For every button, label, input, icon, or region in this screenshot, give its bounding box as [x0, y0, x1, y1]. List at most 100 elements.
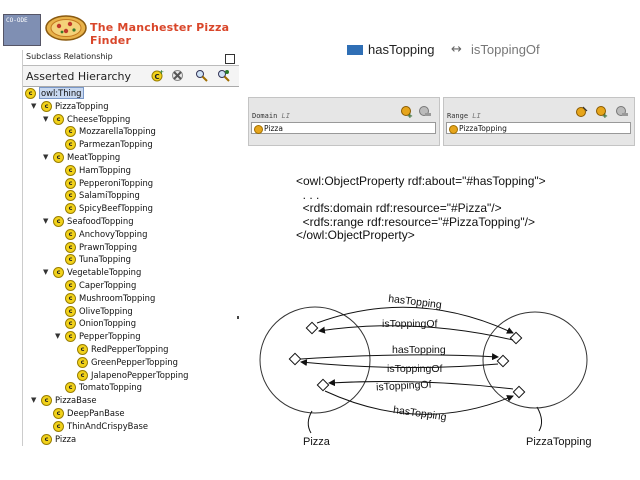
- code-line: <owl:ObjectProperty rdf:about="#hasToppi…: [296, 174, 546, 188]
- remove-class-icon[interactable]: [616, 106, 628, 118]
- tree-item-label: PizzaTopping: [55, 100, 109, 111]
- tree-item-peppertopping[interactable]: ▼ c PepperTopping: [55, 330, 141, 343]
- tree-item-spicybeeftopping[interactable]: c SpicyBeefTopping: [55, 202, 153, 215]
- tree-item-label: TomatoTopping: [79, 382, 142, 393]
- pizza-instance-node: [305, 321, 319, 335]
- domain-value-field[interactable]: Pizza: [251, 122, 436, 134]
- expand-toggle-icon[interactable]: ▼: [43, 266, 53, 278]
- class-icon: c: [65, 292, 76, 304]
- tree-item-pizza[interactable]: c Pizza: [31, 433, 76, 445]
- class-icon: c: [53, 408, 64, 419]
- tree-item-label: VegetableTopping: [67, 267, 142, 278]
- domain-header-suffix: LI: [281, 112, 290, 120]
- topping-instance-node: [496, 354, 510, 368]
- object-property-icon: [347, 45, 363, 55]
- class-icon: c: [65, 190, 76, 202]
- tree-item-label: ThinAndCrispyBase: [67, 420, 149, 431]
- tree-item-deeppanbase[interactable]: c DeepPanBase: [43, 407, 125, 419]
- splitter-handle[interactable]: [237, 316, 239, 319]
- class-icon: [254, 125, 263, 134]
- tree-item-olivetopping[interactable]: c OliveTopping: [55, 305, 133, 317]
- class-icon: c: [65, 228, 76, 240]
- tree-item-owl-thing[interactable]: c owl:Thing: [25, 87, 84, 99]
- tree-item-anchovytopping[interactable]: c AnchovyTopping: [55, 228, 147, 240]
- svg-text:+: +: [407, 112, 413, 118]
- tree-item-oniontopping[interactable]: c OnionTopping: [55, 317, 137, 330]
- edge-label: hasTopping: [392, 404, 447, 423]
- remove-class-icon[interactable]: [419, 106, 431, 118]
- code-line: </owl:ObjectProperty>: [296, 228, 415, 242]
- window-icon[interactable]: [225, 54, 235, 64]
- pizza-label-pointer: [307, 410, 313, 434]
- tree-item-label: OnionTopping: [79, 318, 137, 329]
- expand-toggle-icon[interactable]: ▼: [43, 113, 53, 125]
- class-icon: c: [65, 139, 76, 151]
- tree-item-label: owl:Thing: [39, 87, 84, 99]
- tree-item-prawntopping[interactable]: c PrawnTopping: [55, 241, 137, 253]
- add-subclass-icon[interactable]: C +: [151, 69, 164, 82]
- tree-item-label: RedPepperTopping: [91, 344, 169, 354]
- pizza-set-label: Pizza: [303, 436, 331, 448]
- tree-item-jalapenopeppertopping[interactable]: c JalapenoPepperTopping: [67, 369, 189, 381]
- class-icon: c: [77, 356, 88, 368]
- tree-item-tunatopping[interactable]: c TunaTopping: [55, 253, 131, 266]
- banner-title: The Manchester Pizza Finder: [90, 21, 230, 47]
- tree-item-meattopping[interactable]: ▼ c MeatTopping: [43, 151, 120, 163]
- expand-toggle-icon[interactable]: ▼: [43, 215, 53, 227]
- tree-item-cheesetopping[interactable]: ▼ c CheeseTopping: [43, 113, 130, 125]
- subclass-relationship-tab[interactable]: Subclass Relationship: [23, 52, 239, 66]
- hierarchy-title: Asserted Hierarchy: [26, 70, 132, 83]
- expand-toggle-icon[interactable]: ▼: [43, 151, 53, 163]
- tree-item-thinandcrispybase[interactable]: c ThinAndCrispyBase: [43, 420, 148, 432]
- class-icon: c: [65, 318, 76, 330]
- edit-class-icon[interactable]: [576, 106, 588, 118]
- svg-text:+: +: [602, 112, 608, 118]
- range-value-field[interactable]: PizzaTopping: [446, 122, 631, 134]
- expand-toggle-icon[interactable]: ▼: [31, 394, 41, 406]
- edge-label: hasTopping: [388, 293, 443, 311]
- expand-toggle-icon[interactable]: ▼: [31, 100, 41, 112]
- tree-item-seafoodtopping[interactable]: ▼ c SeafoodTopping: [43, 215, 134, 227]
- find-next-icon[interactable]: [217, 69, 230, 82]
- class-icon: c: [65, 305, 76, 317]
- class-icon: c: [65, 241, 76, 253]
- tree-item-label: PrawnTopping: [79, 241, 138, 252]
- class-icon: c: [53, 152, 64, 163]
- expand-toggle-icon[interactable]: ▼: [55, 330, 65, 342]
- tree-item-parmezantopping[interactable]: c ParmezanTopping: [55, 138, 153, 151]
- add-class-icon[interactable]: +: [401, 106, 413, 118]
- tree-item-greenpeppertopping[interactable]: c GreenPepperTopping: [67, 356, 178, 368]
- tree-item-label: SeafoodTopping: [67, 216, 134, 226]
- pizzatopping-label-pointer: [536, 406, 543, 432]
- class-icon: c: [65, 203, 76, 215]
- inverse-arrow-icon: ↔: [451, 42, 462, 57]
- tree-item-mozzarellatopping[interactable]: c MozzarellaTopping: [55, 125, 156, 138]
- tree-item-redpeppertopping[interactable]: c RedPepperTopping: [67, 343, 168, 355]
- tree-item-salamitopping[interactable]: c SalamiTopping: [55, 189, 140, 202]
- tree-item-tomatotopping[interactable]: c TomatoTopping: [55, 381, 142, 394]
- add-class-icon[interactable]: +: [596, 106, 608, 118]
- tree-item-hamtopping[interactable]: c HamTopping: [55, 164, 131, 176]
- range-header: Range LI: [447, 112, 481, 120]
- co-ode-logo: CO-ODE: [3, 14, 41, 46]
- class-icon: c: [53, 267, 64, 279]
- edge-label: isToppingOf: [376, 379, 432, 394]
- edge-label: hasTopping: [392, 344, 446, 356]
- pizza-set-ellipse: [259, 306, 371, 414]
- tree-item-pizzatopping[interactable]: ▼ c PizzaTopping: [31, 100, 109, 112]
- delete-class-icon[interactable]: [171, 69, 184, 82]
- class-icon: c: [53, 420, 64, 432]
- class-icon: c: [65, 382, 76, 394]
- property-name: hasTopping: [368, 42, 435, 57]
- class-hierarchy-panel: Subclass Relationship Asserted Hierarchy…: [22, 50, 241, 446]
- pizza-instance-node: [316, 378, 330, 392]
- tree-item-vegetabletopping[interactable]: ▼ c VegetableTopping: [43, 266, 142, 279]
- find-icon[interactable]: [195, 69, 208, 82]
- tree-item-mushroomtopping[interactable]: c MushroomTopping: [55, 292, 155, 304]
- tree-item-pizzabase[interactable]: ▼ c PizzaBase: [31, 394, 97, 407]
- owl-code-snippet: <owl:ObjectProperty rdf:about="#hasToppi…: [296, 174, 546, 243]
- range-header-label: Range: [447, 112, 469, 120]
- tree-item-pepperonitopping[interactable]: c PepperoniTopping: [55, 177, 153, 189]
- tree-item-label: ParmezanTopping: [79, 139, 153, 150]
- tree-item-capertopping[interactable]: c CaperTopping: [55, 279, 136, 291]
